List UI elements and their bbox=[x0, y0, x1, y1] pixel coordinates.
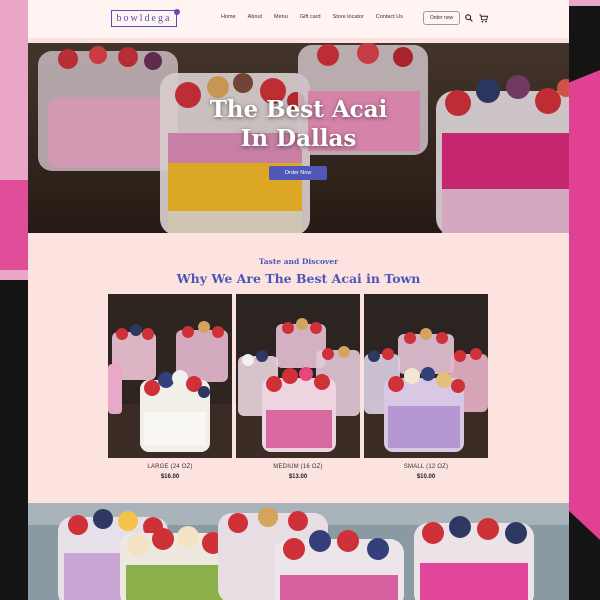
site-header: bowldega Home About Menu Gift card Store… bbox=[28, 0, 569, 38]
search-icon[interactable] bbox=[465, 14, 473, 22]
nav-home[interactable]: Home bbox=[221, 14, 236, 20]
nav-contact-us[interactable]: Contact Us bbox=[376, 14, 403, 20]
section-kicker: Taste and Discover bbox=[258, 257, 339, 266]
acai-bowls-photo bbox=[28, 503, 569, 600]
product-name-large: LARGE (24 OZ) bbox=[147, 464, 193, 470]
product-image-large[interactable] bbox=[108, 294, 232, 458]
product-price-small: $10.00 bbox=[416, 474, 436, 480]
product-price-large: $16.00 bbox=[160, 474, 180, 480]
product-card-large[interactable]: LARGE (24 OZ) $16.00 bbox=[108, 294, 232, 480]
hero-title-line-1: The Best Acai bbox=[209, 96, 388, 123]
section-title: Why We Are The Best Acai in Town bbox=[176, 271, 421, 286]
order-now-button[interactable]: Order now bbox=[423, 11, 460, 25]
acai-bowl-image bbox=[364, 294, 488, 458]
hero-order-now-button[interactable]: Order Now bbox=[269, 166, 327, 180]
cart-icon[interactable] bbox=[479, 14, 488, 23]
nav-menu[interactable]: Menu bbox=[274, 14, 288, 20]
product-name-medium: MEDIUM (16 OZ) bbox=[273, 464, 323, 470]
hero-banner: The Best Acai In Dallas Order Now bbox=[28, 43, 569, 233]
acai-bowl-image bbox=[108, 294, 232, 458]
logo-berry-icon bbox=[174, 9, 180, 15]
product-card-medium[interactable]: MEDIUM (16 OZ) $13.00 bbox=[236, 294, 360, 480]
main-nav: Home About Menu Gift card Store locator … bbox=[221, 14, 415, 20]
nav-about[interactable]: About bbox=[248, 14, 262, 20]
product-name-small: SMALL (12 OZ) bbox=[403, 464, 449, 470]
bottom-image-banner bbox=[28, 503, 569, 600]
hero-title-line-2: In Dallas bbox=[240, 125, 357, 152]
logo[interactable]: bowldega bbox=[111, 10, 177, 27]
website-page: bowldega Home About Menu Gift card Store… bbox=[28, 0, 569, 600]
product-image-small[interactable] bbox=[364, 294, 488, 458]
nav-store-locator[interactable]: Store locator bbox=[333, 14, 364, 20]
acai-bowl-image bbox=[236, 294, 360, 458]
hero-title: The Best Acai In Dallas bbox=[28, 95, 569, 153]
product-price-medium: $13.00 bbox=[288, 474, 308, 480]
product-card-small[interactable]: SMALL (12 OZ) $10.00 bbox=[364, 294, 488, 480]
nav-gift-card[interactable]: Gift card bbox=[300, 14, 321, 20]
product-image-medium[interactable] bbox=[236, 294, 360, 458]
